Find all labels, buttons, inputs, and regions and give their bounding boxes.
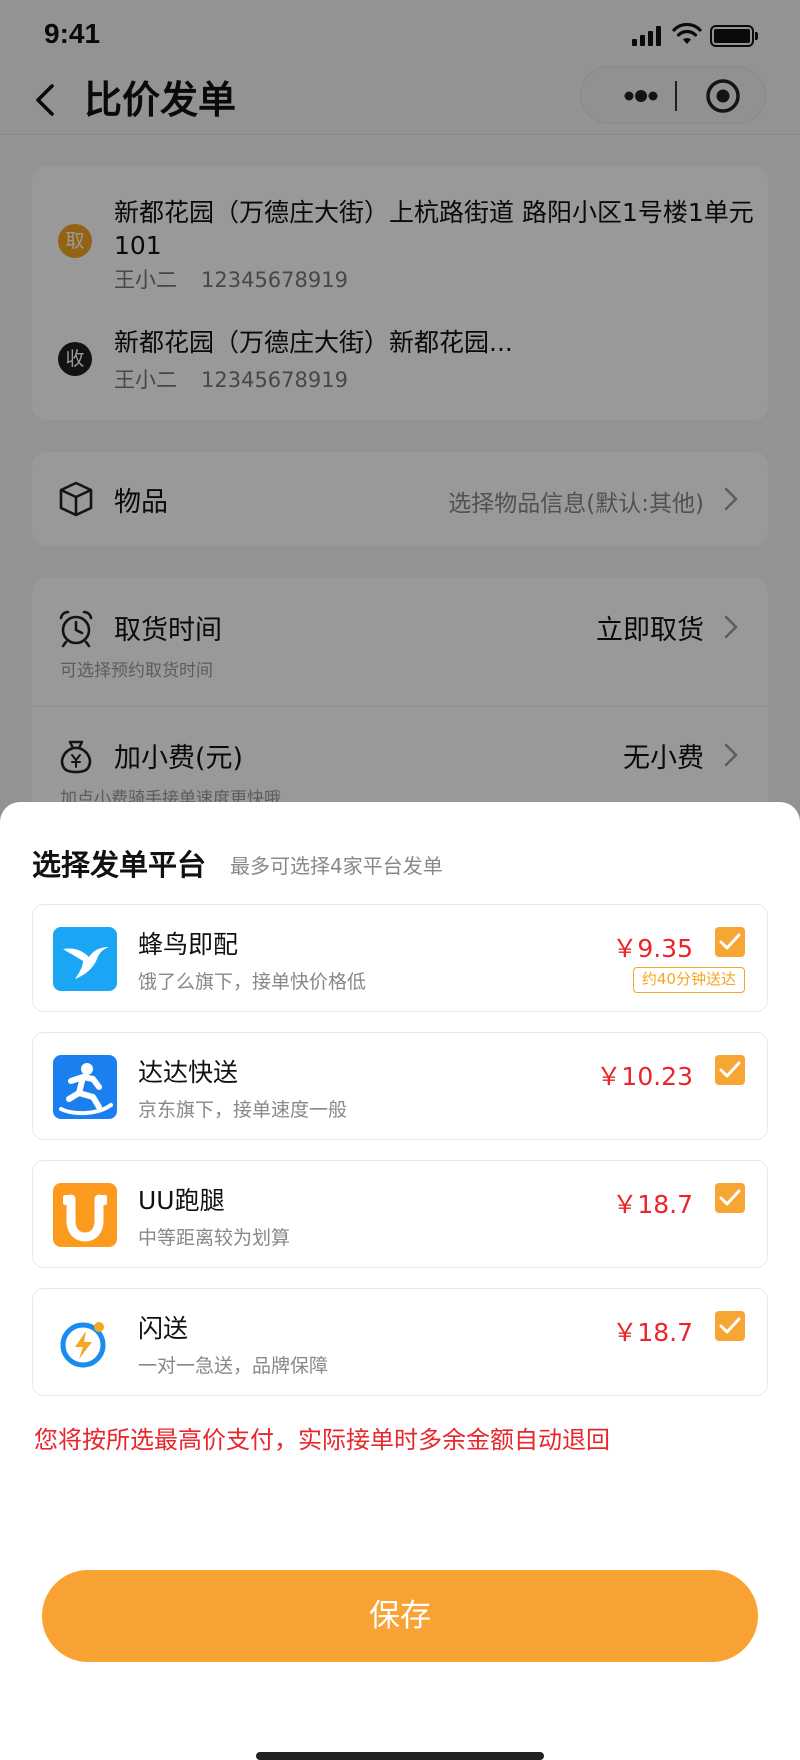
platform-price: ￥18.7	[612, 1318, 693, 1347]
platform-item-shansong[interactable]: 闪送 一对一急送，品牌保障 ￥18.7	[32, 1288, 768, 1396]
platform-name: 闪送	[138, 1314, 189, 1343]
platform-desc: 京东旗下，接单速度一般	[138, 1099, 348, 1121]
platform-desc: 饿了么旗下，接单快价格低	[138, 971, 367, 993]
platform-item-fengniao[interactable]: 蜂鸟即配 饿了么旗下，接单快价格低 ￥9.35 约40分钟送达	[32, 904, 768, 1012]
platform-item-uu[interactable]: UU跑腿 中等距离较为划算 ￥18.7	[32, 1160, 768, 1268]
shansong-logo-icon	[53, 1311, 117, 1375]
platform-desc: 一对一急送，品牌保障	[138, 1355, 329, 1377]
platform-price: ￥9.35	[612, 934, 693, 963]
platform-item-dada[interactable]: 达达快送 京东旗下，接单速度一般 ￥10.23	[32, 1032, 768, 1140]
platform-name: 蜂鸟即配	[138, 930, 239, 959]
platform-price: ￥18.7	[612, 1190, 693, 1219]
platform-desc: 中等距离较为划算	[138, 1227, 291, 1249]
platform-name: UU跑腿	[138, 1186, 225, 1215]
platform-checkbox[interactable]	[715, 927, 745, 957]
eta-badge: 约40分钟送达	[632, 967, 745, 993]
check-icon	[719, 1317, 741, 1334]
platform-checkbox[interactable]	[715, 1055, 745, 1085]
save-button[interactable]: 保存	[42, 1570, 758, 1662]
check-icon	[719, 1061, 741, 1078]
uu-logo-icon	[53, 1183, 117, 1247]
check-icon	[719, 933, 741, 950]
sheet-title: 选择发单平台	[32, 848, 207, 882]
check-icon	[719, 1189, 741, 1206]
sheet-subtitle: 最多可选择4家平台发单	[230, 854, 443, 878]
hummingbird-logo-icon	[53, 927, 117, 991]
payment-notice: 您将按所选最高价支付，实际接单时多余金额自动退回	[34, 1426, 610, 1454]
platform-price: ￥10.23	[596, 1062, 693, 1091]
dada-runner-logo-icon	[53, 1055, 117, 1119]
home-indicator	[256, 1752, 544, 1760]
platform-name: 达达快送	[138, 1058, 239, 1087]
platform-checkbox[interactable]	[715, 1183, 745, 1213]
platform-checkbox[interactable]	[715, 1311, 745, 1341]
